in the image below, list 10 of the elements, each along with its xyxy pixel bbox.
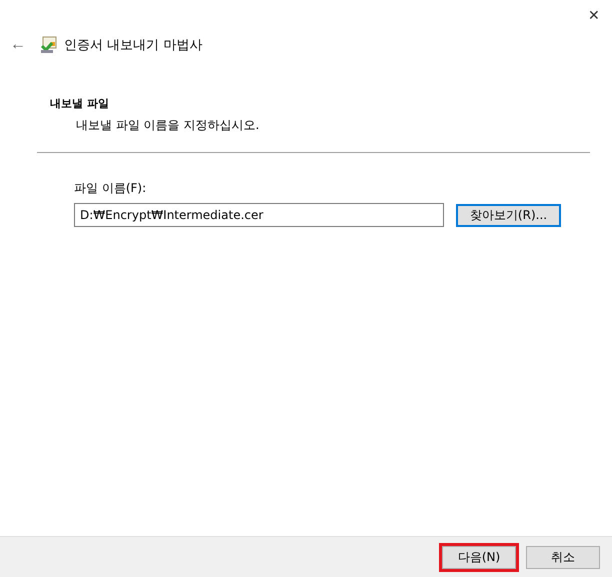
certificate-icon <box>40 36 58 54</box>
browse-button[interactable]: 찾아보기(R)... <box>456 204 561 226</box>
cancel-button[interactable]: 취소 <box>526 546 600 568</box>
page-heading: 내보낼 파일 <box>50 96 110 111</box>
back-button[interactable]: ← <box>6 36 28 54</box>
close-button[interactable]: ✕ <box>576 0 612 30</box>
window-title: 인증서 내보내기 마법사 <box>64 37 202 54</box>
file-name-field[interactable]: D:₩Encrypt₩Intermediate.cer <box>74 203 444 227</box>
page-description: 내보낼 파일 이름을 지정하십시오. <box>76 117 260 134</box>
file-name-label: 파일 이름(F): <box>74 180 148 197</box>
